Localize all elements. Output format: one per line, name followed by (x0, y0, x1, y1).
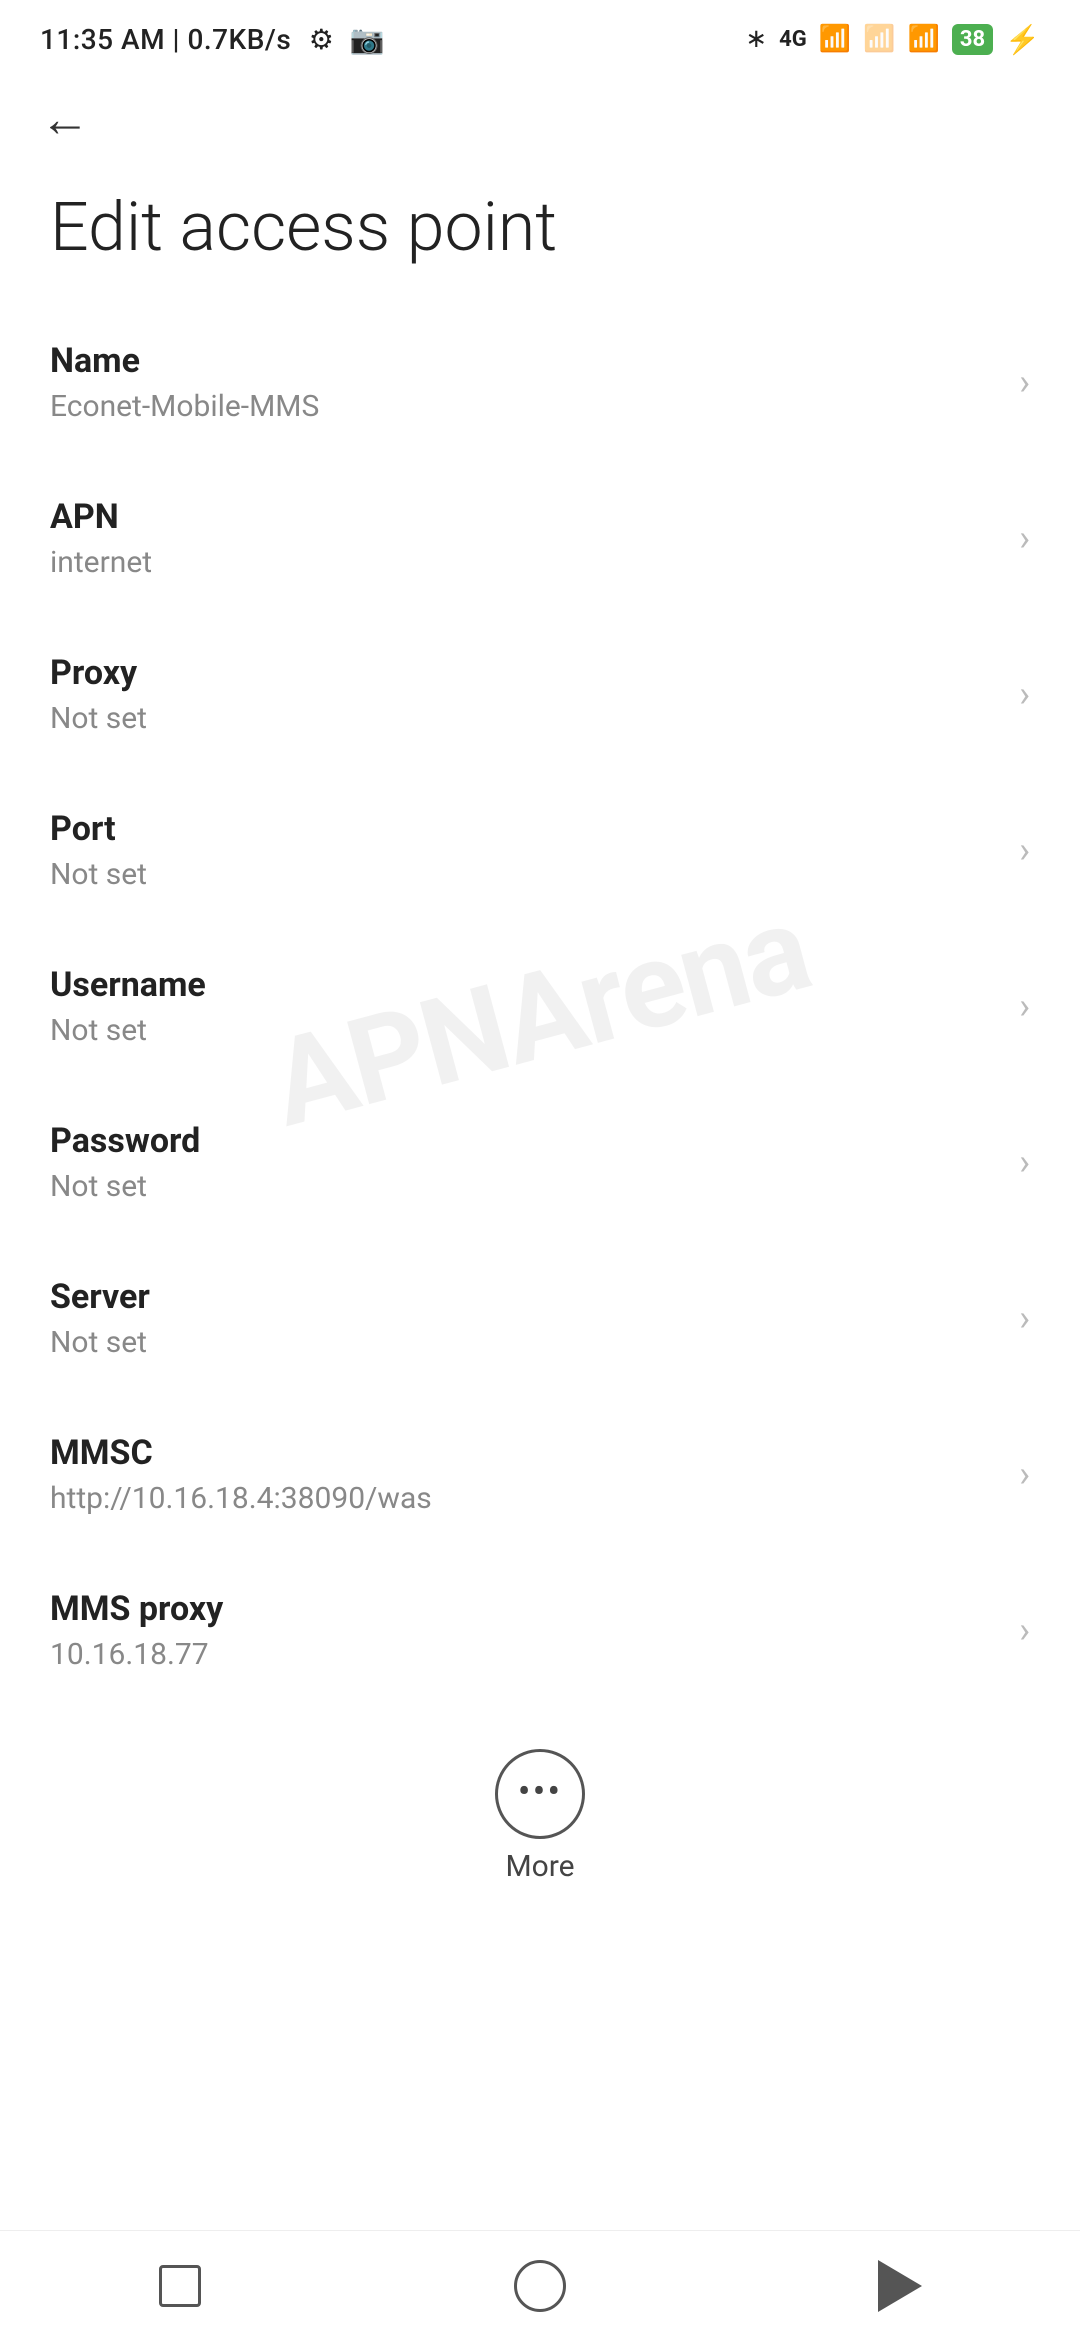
settings-item-password[interactable]: Password Not set › (0, 1085, 1080, 1241)
chevron-right-icon: › (1019, 1297, 1030, 1339)
settings-item-mms-proxy[interactable]: MMS proxy 10.16.18.77 › (0, 1553, 1080, 1709)
settings-value-username: Not set (50, 1013, 206, 1048)
chevron-right-icon: › (1019, 1141, 1030, 1183)
settings-value-proxy: Not set (50, 701, 147, 736)
settings-label-username: Username (50, 965, 206, 1005)
more-section: ••• More (0, 1709, 1080, 1914)
settings-label-password: Password (50, 1121, 200, 1161)
chevron-right-icon: › (1019, 361, 1030, 403)
battery-icon: 38 (952, 24, 993, 55)
home-icon (514, 2260, 566, 2312)
camera-icon: 📷 (350, 23, 385, 56)
settings-item-mmsc[interactable]: MMSC http://10.16.18.4:38090/was › (0, 1397, 1080, 1553)
status-separator: | (173, 23, 188, 56)
settings-item-proxy[interactable]: Proxy Not set › (0, 617, 1080, 773)
toolbar: ← (0, 70, 1080, 160)
settings-value-apn: internet (50, 545, 152, 580)
settings-label-mms-proxy: MMS proxy (50, 1589, 223, 1629)
nav-home-button[interactable] (480, 2246, 600, 2326)
chevron-right-icon: › (1019, 517, 1030, 559)
status-icons: ∗ 4G 📶 📶 📶 38 ⚡ (745, 23, 1040, 56)
settings-value-name: Econet-Mobile-MMS (50, 389, 319, 424)
settings-list: Name Econet-Mobile-MMS › APN internet › … (0, 305, 1080, 1709)
bluetooth-icon: ∗ (745, 24, 767, 54)
signal-bars-icon: 📶 (819, 24, 851, 54)
status-time: 11:35 AM (40, 23, 165, 56)
settings-label-name: Name (50, 341, 319, 381)
settings-item-name[interactable]: Name Econet-Mobile-MMS › (0, 305, 1080, 461)
back-button[interactable]: ← (40, 95, 90, 145)
status-bar: 11:35 AM | 0.7KB/s ⚙ 📷 ∗ 4G 📶 📶 📶 38 ⚡ (0, 0, 1080, 70)
nav-bar (0, 2230, 1080, 2340)
settings-item-username[interactable]: Username Not set › (0, 929, 1080, 1085)
settings-label-mmsc: MMSC (50, 1433, 432, 1473)
chevron-right-icon: › (1019, 985, 1030, 1027)
signal-4g-icon: 4G (779, 27, 807, 52)
settings-label-proxy: Proxy (50, 653, 147, 693)
settings-label-port: Port (50, 809, 147, 849)
nav-recent-button[interactable] (120, 2246, 240, 2326)
back-icon (878, 2260, 922, 2312)
settings-value-mmsc: http://10.16.18.4:38090/was (50, 1481, 432, 1516)
settings-item-port[interactable]: Port Not set › (0, 773, 1080, 929)
status-speed: 0.7KB/s (187, 23, 291, 56)
settings-label-apn: APN (50, 497, 152, 537)
page-title: Edit access point (0, 160, 1080, 305)
settings-label-server: Server (50, 1277, 150, 1317)
settings-value-password: Not set (50, 1169, 200, 1204)
chevron-right-icon: › (1019, 673, 1030, 715)
more-label: More (505, 1849, 574, 1884)
wifi-icon: 📶 (908, 24, 940, 54)
settings-item-apn[interactable]: APN internet › (0, 461, 1080, 617)
settings-icon: ⚙ (309, 23, 335, 56)
nav-back-button[interactable] (840, 2246, 960, 2326)
settings-value-mms-proxy: 10.16.18.77 (50, 1637, 223, 1672)
chevron-right-icon: › (1019, 829, 1030, 871)
chevron-right-icon: › (1019, 1453, 1030, 1495)
more-button[interactable]: ••• (495, 1749, 585, 1839)
settings-value-server: Not set (50, 1325, 150, 1360)
status-time-speed: 11:35 AM | 0.7KB/s ⚙ 📷 (40, 23, 385, 56)
more-dots-icon: ••• (518, 1773, 562, 1811)
signal-bars2-icon: 📶 (863, 24, 895, 54)
charging-icon: ⚡ (1005, 23, 1040, 56)
recent-apps-icon (159, 2265, 201, 2307)
chevron-right-icon: › (1019, 1609, 1030, 1651)
settings-item-server[interactable]: Server Not set › (0, 1241, 1080, 1397)
settings-value-port: Not set (50, 857, 147, 892)
